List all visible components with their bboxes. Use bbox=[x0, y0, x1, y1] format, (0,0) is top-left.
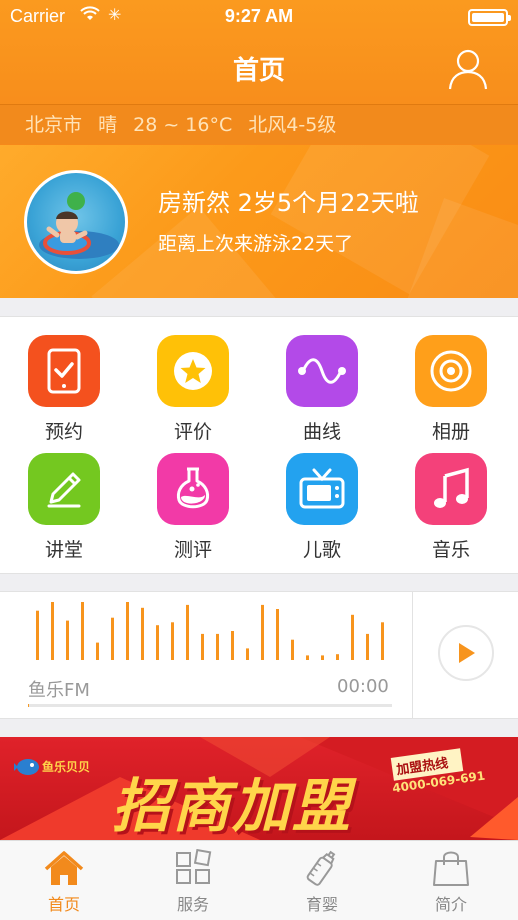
grid-item-curve[interactable]: 曲线 bbox=[272, 335, 372, 444]
fm-progress-bar[interactable] bbox=[28, 704, 392, 707]
grid-item-label: 测评 bbox=[173, 539, 212, 561]
grid-item-album[interactable]: 相册 bbox=[401, 335, 501, 444]
home-icon bbox=[44, 851, 84, 885]
child-profile-banner[interactable]: 房新然 2岁5个月22天啦 距离上次来游泳22天了 bbox=[0, 145, 518, 298]
grid-item-lecture[interactable]: 讲堂 bbox=[14, 453, 114, 562]
visualizer-bar bbox=[171, 622, 174, 660]
visualizer-bar bbox=[156, 625, 159, 660]
visualizer-bar bbox=[261, 604, 264, 660]
visualizer-bar bbox=[36, 610, 39, 660]
divider bbox=[412, 592, 413, 718]
tv-icon bbox=[286, 453, 358, 525]
play-icon bbox=[459, 643, 475, 663]
audio-visualizer bbox=[36, 602, 384, 660]
grid-icon bbox=[176, 849, 212, 884]
grid-item-nursery-rhymes[interactable]: 儿歌 bbox=[272, 453, 372, 562]
visualizer-bar bbox=[231, 631, 234, 660]
weather-wind: 北风4-5级 bbox=[248, 114, 337, 136]
franchise-ad-banner[interactable]: 鱼乐贝贝 招商加盟 加盟热线 4000-069-691 bbox=[0, 737, 518, 840]
visualizer-bar bbox=[111, 617, 114, 660]
fm-player: 鱼乐FM 00:00 bbox=[0, 591, 518, 719]
weather-condition: 晴 bbox=[98, 114, 118, 136]
status-bar: Carrier ✳ 9:27 AM bbox=[0, 0, 518, 34]
tab-label: 简介 bbox=[434, 895, 467, 914]
grid-item-label: 相册 bbox=[431, 421, 470, 443]
ad-headline: 招商加盟 bbox=[112, 772, 353, 840]
tab-label: 服务 bbox=[176, 895, 209, 914]
tab-bar: 首页 服务 育婴 简介 bbox=[0, 840, 518, 920]
status-time: 9:27 AM bbox=[224, 6, 294, 26]
grid-item-label: 儿歌 bbox=[302, 539, 341, 561]
grid-item-label: 预约 bbox=[44, 421, 83, 443]
fm-progress-fill bbox=[28, 704, 30, 707]
child-age-text: 房新然 2岁5个月22天啦 bbox=[158, 189, 419, 217]
battery-icon bbox=[468, 9, 511, 26]
feature-grid: 预约 评价 曲线 相册 讲堂 测评 儿歌 音乐 bbox=[0, 316, 518, 574]
pencil-icon bbox=[28, 453, 100, 525]
visualizer-bar bbox=[366, 633, 369, 660]
star-icon bbox=[157, 335, 229, 407]
phone-check-icon bbox=[28, 335, 100, 407]
weather-city: 北京市 bbox=[25, 114, 83, 136]
tab-about[interactable]: 简介 bbox=[401, 849, 501, 915]
page-title: 首页 bbox=[232, 56, 285, 86]
play-button[interactable] bbox=[438, 625, 494, 681]
visualizer-bar bbox=[321, 655, 324, 660]
visualizer-bar bbox=[381, 622, 384, 660]
header: Carrier ✳ 9:27 AM 首页 北京市 晴 28 ~ 16°C 北风4… bbox=[0, 0, 518, 145]
fm-time: 00:00 bbox=[337, 676, 389, 697]
grid-item-label: 讲堂 bbox=[44, 539, 83, 561]
visualizer-bar bbox=[201, 633, 204, 660]
visualizer-bar bbox=[66, 620, 69, 660]
visualizer-bar bbox=[351, 614, 354, 660]
visualizer-bar bbox=[291, 639, 294, 660]
user-profile-icon[interactable] bbox=[448, 48, 488, 90]
brand-logo-icon: 鱼乐贝贝 bbox=[12, 751, 90, 781]
music-note-icon bbox=[415, 453, 487, 525]
tab-childcare[interactable]: 育婴 bbox=[272, 849, 372, 915]
visualizer-bar bbox=[216, 633, 219, 660]
shopping-bag-icon bbox=[433, 851, 469, 886]
visualizer-bar bbox=[186, 604, 189, 660]
visualizer-bar bbox=[126, 602, 129, 660]
brand-name: 鱼乐贝贝 bbox=[42, 759, 90, 774]
grid-item-review[interactable]: 评价 bbox=[143, 335, 243, 444]
wave-icon bbox=[286, 335, 358, 407]
flask-icon bbox=[157, 453, 229, 525]
last-swim-text: 距离上次来游泳22天了 bbox=[158, 233, 354, 255]
fm-station-label: 鱼乐FM bbox=[28, 680, 90, 701]
grid-item-label: 音乐 bbox=[431, 539, 470, 561]
tab-home[interactable]: 首页 bbox=[14, 849, 114, 915]
grid-item-music[interactable]: 音乐 bbox=[401, 453, 501, 562]
visualizer-bar bbox=[246, 648, 249, 660]
visualizer-bar bbox=[276, 609, 279, 660]
grid-item-assessment[interactable]: 测评 bbox=[143, 453, 243, 562]
grid-item-appointment[interactable]: 预约 bbox=[14, 335, 114, 444]
avatar[interactable] bbox=[24, 170, 128, 274]
camera-icon bbox=[415, 335, 487, 407]
visualizer-bar bbox=[96, 642, 99, 660]
visualizer-bar bbox=[336, 654, 339, 660]
tab-label: 首页 bbox=[47, 895, 80, 914]
visualizer-bar bbox=[141, 607, 144, 660]
grid-item-label: 曲线 bbox=[302, 421, 341, 443]
weather-bar: 北京市 晴 28 ~ 16°C 北风4-5级 bbox=[0, 104, 518, 144]
grid-item-label: 评价 bbox=[173, 421, 212, 443]
weather-temperature: 28 ~ 16°C bbox=[133, 114, 233, 136]
tab-label: 育婴 bbox=[305, 895, 338, 914]
visualizer-bar bbox=[81, 602, 84, 660]
visualizer-bar bbox=[51, 602, 54, 660]
tab-services[interactable]: 服务 bbox=[143, 849, 243, 915]
baby-bottle-icon bbox=[306, 850, 336, 886]
visualizer-bar bbox=[306, 655, 309, 660]
